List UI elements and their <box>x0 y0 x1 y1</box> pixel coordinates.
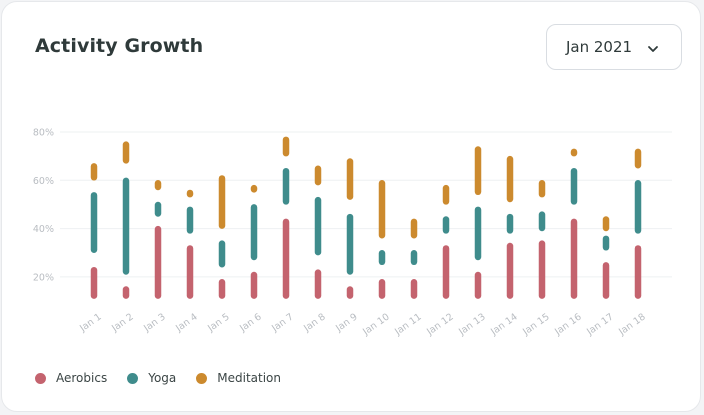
legend-label: Meditation <box>217 371 281 385</box>
legend-item-meditation[interactable]: Meditation <box>196 371 281 385</box>
x-tick-label: Jan 6 <box>237 311 264 334</box>
legend-item-aerobics[interactable]: Aerobics <box>35 371 107 385</box>
x-tick-label: Jan 4 <box>173 311 200 334</box>
x-tick-label: Jan 7 <box>269 311 296 334</box>
x-tick-label: Jan 14 <box>488 311 520 338</box>
x-tick-label: Jan 9 <box>333 311 360 334</box>
x-tick-label: Jan 12 <box>424 311 456 338</box>
legend-label: Yoga <box>148 371 177 385</box>
legend-item-yoga[interactable]: Yoga <box>127 371 176 385</box>
x-axis-ticks: Jan 1 Jan 2 Jan 3 Jan 4 Jan 5 Jan 6 Jan 7 Jan 8… <box>77 311 648 338</box>
x-tick-label: Jan 2 <box>109 311 136 334</box>
bars <box>90 136 642 299</box>
y-tick-label: 40% <box>33 224 54 235</box>
y-tick-label: 20% <box>33 272 54 283</box>
y-tick-label: 60% <box>33 176 54 187</box>
x-tick-label: Jan 13 <box>456 311 488 338</box>
x-tick-label: Jan 8 <box>301 311 328 334</box>
legend-dot <box>127 372 139 384</box>
x-tick-label: Jan 3 <box>141 311 168 334</box>
legend-dot <box>35 372 46 384</box>
x-tick-label: Jan 18 <box>616 311 648 338</box>
x-tick-label: Jan 5 <box>205 311 232 334</box>
legend: Aerobics Yoga Meditation <box>35 371 301 385</box>
x-tick-label: Jan 15 <box>520 311 552 338</box>
x-tick-label: Jan 16 <box>552 311 584 338</box>
activity-growth-chart: 20%40%60%80% Jan 1 Jan 2 Jan 3 Jan 4 Jan 5 Ja… <box>33 128 672 338</box>
x-tick-label: Jan 1 <box>77 311 104 334</box>
y-axis-ticks: 20% 40% 60% 80% <box>33 128 54 284</box>
x-tick-label: Jan 11 <box>392 311 424 338</box>
x-tick-label: Jan 17 <box>584 311 616 338</box>
x-tick-label: Jan 10 <box>360 311 392 338</box>
legend-label: Aerobics <box>56 371 108 385</box>
y-tick-label: 80% <box>33 128 54 139</box>
legend-dot <box>196 372 208 384</box>
grid-lines <box>60 131 672 278</box>
